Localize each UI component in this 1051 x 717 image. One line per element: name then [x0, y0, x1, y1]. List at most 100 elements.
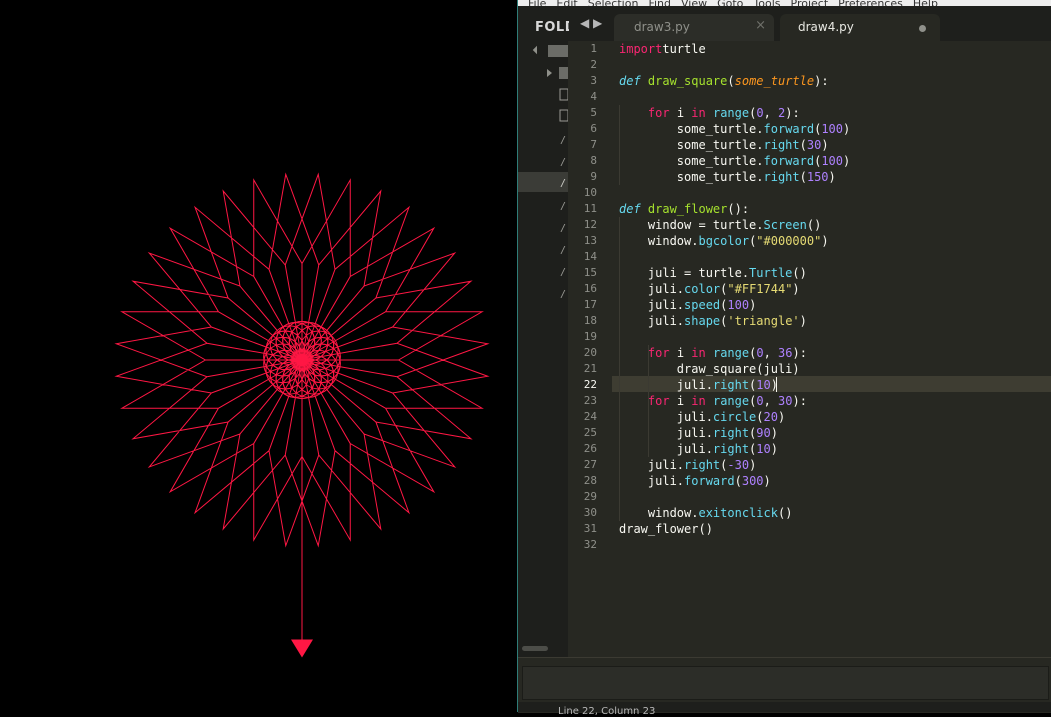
code-line: juli.color("#FF1744") [619, 282, 800, 296]
file-row[interactable]: / [518, 129, 568, 149]
line-number: 12 [583, 218, 597, 231]
python-file-icon: / [560, 223, 566, 234]
sidebar-file-tree: / / / / / / / / [518, 41, 569, 657]
python-file-icon: / [560, 157, 566, 168]
console-input[interactable] [522, 666, 1049, 700]
line-number: 3 [590, 74, 597, 87]
svg-text:/: / [560, 223, 566, 234]
flower-drawing [114, 172, 490, 658]
code-line: some_turtle.forward(100) [619, 122, 851, 136]
file-row[interactable] [518, 107, 569, 127]
line-number: 14 [583, 250, 597, 263]
close-icon[interactable]: × [755, 18, 766, 33]
indent-guide [619, 217, 620, 521]
code-line: juli.forward(300) [619, 474, 771, 488]
line-number-gutter: 1 2 3 4 5 6 7 8 9 10 11 12 13 14 15 16 17 18 19 20 21 22 23 24 2… [568, 41, 612, 657]
file-row[interactable]: / [518, 151, 568, 171]
line-number: 7 [590, 138, 597, 151]
code-area[interactable]: importturtle def draw_square(some_turtle)… [619, 41, 1051, 657]
text-caret [776, 377, 778, 392]
code-line: draw_flower() [619, 522, 713, 536]
folder-icon [547, 67, 568, 79]
code-line: some_turtle.right(30) [619, 138, 829, 152]
svg-text:/: / [560, 157, 566, 168]
line-number: 9 [590, 170, 597, 183]
line-number: 11 [583, 202, 597, 215]
indent-guide [619, 105, 620, 185]
line-number: 4 [590, 90, 597, 103]
line-number: 8 [590, 154, 597, 167]
code-line: juli = turtle.Turtle() [619, 266, 807, 280]
file-row-image[interactable] [518, 85, 569, 105]
code-line: juli.speed(100) [619, 298, 757, 312]
svg-text:/: / [560, 201, 566, 212]
file-row[interactable]: / [518, 239, 568, 259]
folder-open-icon [532, 45, 568, 57]
code-line: draw_square(juli) [619, 362, 800, 376]
indent-guide [647, 393, 649, 457]
code-line: juli.right(10) [619, 442, 778, 456]
line-number: 18 [583, 314, 597, 327]
python-file-icon: / [560, 201, 566, 212]
code-line: window = turtle.Screen() [619, 218, 822, 232]
svg-text:/: / [560, 289, 566, 300]
sidebar-scrollbar[interactable] [522, 646, 548, 651]
file-row[interactable]: / [518, 283, 568, 303]
line-number: 17 [583, 298, 597, 311]
line-number: 19 [583, 330, 597, 343]
code-line: importturtle [619, 42, 706, 56]
image-file-icon [559, 88, 569, 101]
line-number: 1 [590, 42, 597, 55]
tab-draw3[interactable]: draw3.py × [614, 14, 774, 41]
tab-bar: FOLDERS ◀ ▶ draw3.py × draw4.py [518, 6, 1051, 41]
code-line: some_turtle.right(150) [619, 170, 836, 184]
tab-draw4[interactable]: draw4.py [780, 14, 940, 41]
code-line: for i in range(0, 2): [647, 106, 800, 120]
code-line: window.bgcolor("#000000") [619, 234, 829, 248]
code-line: def draw_square(some_turtle): [619, 74, 829, 88]
tab-label: draw3.py [634, 20, 690, 34]
file-row-selected[interactable]: / [518, 172, 568, 192]
python-file-icon: / [560, 289, 566, 300]
file-row[interactable]: / [518, 217, 568, 237]
line-number: 15 [583, 266, 597, 279]
python-file-icon: / [560, 135, 566, 146]
svg-text:/: / [560, 178, 566, 189]
line-number: 25 [583, 426, 597, 439]
line-number: 23 [583, 394, 597, 407]
folder-open-row[interactable] [518, 41, 568, 61]
turtle-graphics-canvas[interactable] [0, 0, 518, 712]
code-line: juli.right(10) [619, 378, 778, 392]
tab-nav-arrows-icon[interactable]: ◀ ▶ [580, 16, 602, 30]
line-number: 20 [583, 346, 597, 359]
code-line: some_turtle.forward(100) [619, 154, 851, 168]
file-row[interactable]: / [518, 195, 568, 215]
turtle-cursor-icon [291, 639, 313, 658]
line-number: 26 [583, 442, 597, 455]
status-bar: Line 22, Column 23 [518, 702, 1051, 717]
code-line: juli.shape('triangle') [619, 314, 807, 328]
line-number: 30 [583, 506, 597, 519]
sidebar-header: FOLDERS [535, 20, 569, 35]
indent-guide [647, 345, 649, 393]
file-icon [559, 109, 569, 122]
file-row[interactable]: / [518, 261, 568, 281]
line-number: 22 [583, 378, 597, 391]
folder-row[interactable] [518, 63, 568, 83]
line-number: 24 [583, 410, 597, 423]
python-file-icon: / [560, 267, 566, 278]
code-line: juli.circle(20) [619, 410, 786, 424]
tab-label: draw4.py [798, 20, 854, 34]
line-number: 16 [583, 282, 597, 295]
code-line: juli.right(-30) [619, 458, 757, 472]
line-number: 29 [583, 490, 597, 503]
svg-text:/: / [560, 135, 566, 146]
unsaved-dot-icon[interactable] [919, 25, 926, 32]
line-number: 10 [583, 186, 597, 199]
line-number: 31 [583, 522, 597, 535]
code-line: window.exitonclick() [619, 506, 793, 520]
line-number: 27 [583, 458, 597, 471]
line-number: 28 [583, 474, 597, 487]
line-number: 13 [583, 234, 597, 247]
code-editor-window: FileEditSelectionFindViewGotoToolsProjec… [518, 0, 1051, 717]
